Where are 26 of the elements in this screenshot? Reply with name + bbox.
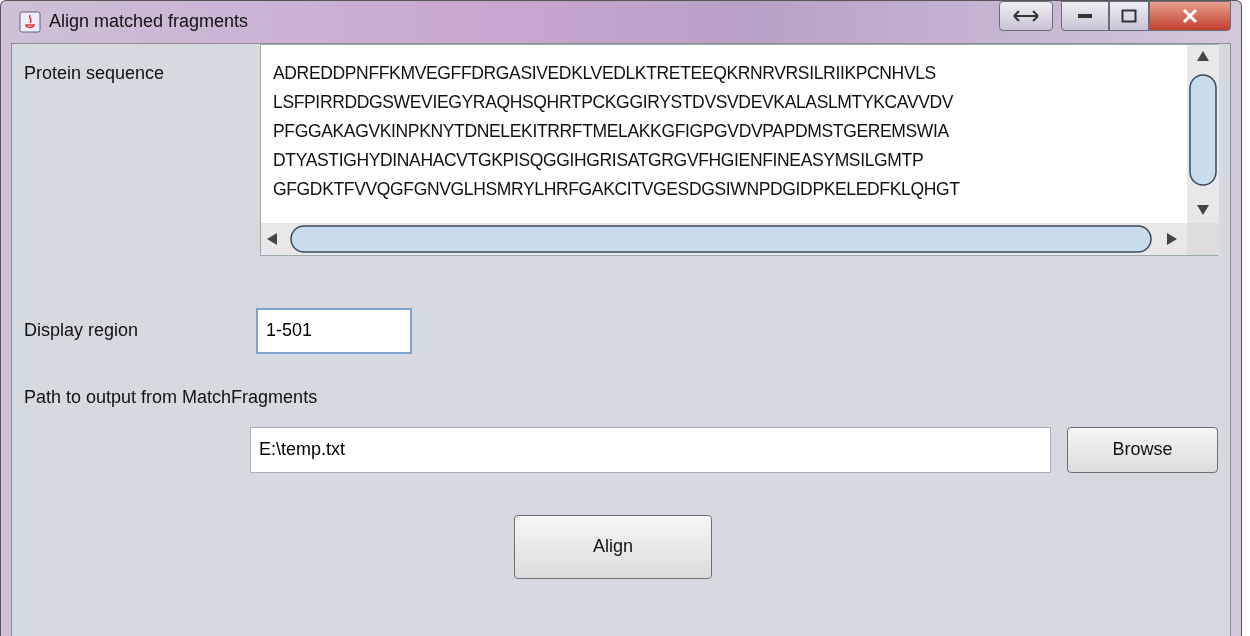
scrollbar-corner [1187,222,1219,255]
sequence-line: ADREDDPNFFKMVEGFFDRGASIVEDKLVEDLKTRETEEQKRNRVRSILRIIKPCNHVLS [273,61,936,85]
maximize-button[interactable] [1109,1,1149,31]
window-title: Align matched fragments [49,10,249,34]
region-input[interactable]: 1-501 [256,307,412,354]
double-arrow-icon [1012,9,1040,23]
sequence-line: DTYASTIGHYDINAHACVTGKPISQGGIHGRISATGRGVFHGIENFINEASYMSILGMTP [273,148,924,172]
field-label: Path to output from MatchFragments [24,385,319,409]
align-button[interactable]: Align [514,514,712,579]
sequence-line: PFGGAKAGVKINPKNYTDNELEKITRRFTMELAKKGFIGPGVDVPAPDMSTGEREMSWIA [273,119,949,143]
close-icon [1181,8,1199,24]
sequence-text-area[interactable] [260,43,1218,256]
vertical-scrollbar[interactable] [1187,44,1219,223]
path-input[interactable]: E:\temp.txt [250,426,1052,473]
app-icon [19,10,41,33]
minimize-icon [1077,13,1093,19]
field-label: Protein sequence [24,61,166,85]
sequence-line: LSFPIRRDDGSWEVIEGYRAQHSQHRTPCKGGIRYSTDVSVDEVKALASLMTYKCAVVDV [273,90,954,114]
maximize-icon [1121,9,1137,23]
minimize-button[interactable] [1061,1,1109,31]
sequence-line: GFGDKTFVVQGFGNVGLHSMRYLHRFGAKCITVGESDGSIWNPDGIDPKELEDFKLQHGT [273,177,960,201]
resize-button[interactable] [999,1,1053,31]
browse-button[interactable]: Browse [1067,426,1218,473]
horizontal-scrollbar[interactable] [261,222,1187,255]
field-label: Display region [24,319,140,343]
close-button[interactable] [1149,1,1231,31]
